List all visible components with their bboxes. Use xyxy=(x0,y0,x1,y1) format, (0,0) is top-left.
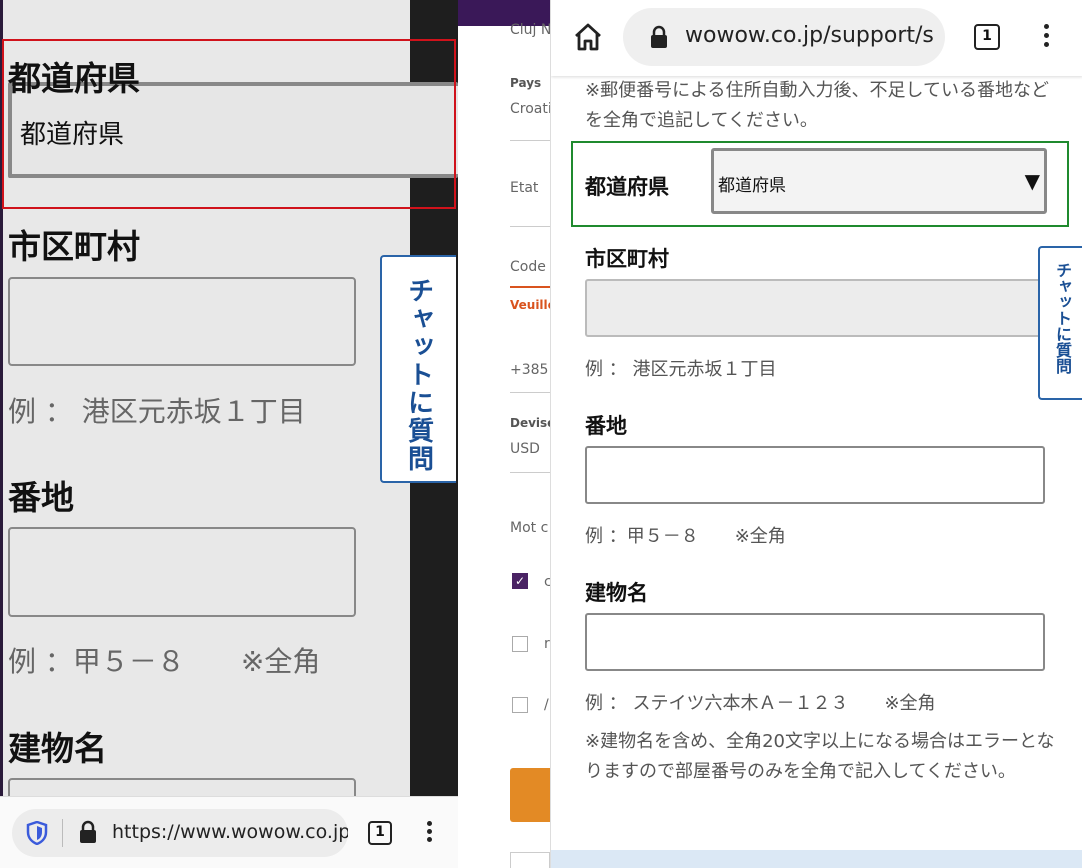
focus-highlight-box xyxy=(2,39,456,209)
divider xyxy=(510,226,550,227)
prefecture-label: 都道府県 xyxy=(585,175,669,199)
mot-label: Mot c xyxy=(510,520,549,536)
city-input[interactable] xyxy=(8,277,356,366)
submit-button[interactable] xyxy=(510,768,550,822)
banchi-input[interactable] xyxy=(585,446,1045,504)
shield-icon[interactable] xyxy=(26,821,48,845)
home-icon[interactable] xyxy=(573,22,603,52)
dropdown-arrow-icon: ▼ xyxy=(1024,169,1040,193)
banchi-label: 番地 xyxy=(585,414,627,438)
tab-count-button[interactable]: 1 xyxy=(974,24,1000,50)
checkbox[interactable] xyxy=(512,697,528,713)
bottom-field[interactable] xyxy=(510,852,550,868)
divider xyxy=(510,140,550,141)
lock-icon xyxy=(80,820,96,843)
right-browser-panel: wowow.co.jp/support/s 1 ※郵便番号による住所自動入力後、… xyxy=(550,0,1082,868)
bottom-address-bar: https://www.wowow.co.jp/s 1 xyxy=(0,796,458,868)
middle-background-page: Cluj N Pays Croati Etat Code Veuille +38… xyxy=(458,0,550,868)
building-input[interactable] xyxy=(585,613,1045,671)
devise-label: Devise xyxy=(510,416,550,430)
divider xyxy=(510,392,550,393)
banchi-hint: 例 ：甲５－８ ※全角 xyxy=(8,645,321,678)
checkbox-2-text: r xyxy=(544,636,550,652)
chat-question-tab[interactable]: チャットに質問 xyxy=(380,255,456,483)
pays-label: Pays xyxy=(510,76,542,90)
url-text: https://www.wowow.co.jp/s xyxy=(112,821,348,843)
building-hint: 例 ： ステイツ六本木Ａ－１２３ ※全角 xyxy=(585,693,936,714)
pays-value: Croati xyxy=(510,101,550,117)
etat-label: Etat xyxy=(510,180,539,196)
building-label: 建物名 xyxy=(585,581,648,605)
url-text: wowow.co.jp/support/s xyxy=(685,23,934,48)
menu-icon[interactable] xyxy=(1041,22,1051,52)
lock-icon xyxy=(651,25,667,48)
phone-prefix: +385 xyxy=(510,362,549,378)
browser-toolbar: wowow.co.jp/support/s 1 xyxy=(551,0,1082,76)
error-underline xyxy=(510,286,550,288)
chat-question-tab[interactable]: チャットに質問 xyxy=(1038,246,1082,400)
url-field[interactable]: wowow.co.jp/support/s xyxy=(623,8,945,66)
city-label: 市区町村 xyxy=(8,227,140,266)
banchi-hint: 例 ：甲５－８ ※全角 xyxy=(585,526,786,547)
city-input[interactable] xyxy=(585,279,1082,337)
bottom-banner xyxy=(551,850,1082,868)
chat-tab-label: チャットに質問 xyxy=(403,277,434,473)
chat-tab-label: チャットに質問 xyxy=(1053,262,1072,374)
checkbox-checked[interactable]: ✓ xyxy=(512,573,528,589)
code-label: Code xyxy=(510,259,546,275)
divider xyxy=(62,819,63,847)
banchi-label: 番地 xyxy=(8,478,74,517)
city-label: 市区町村 xyxy=(585,247,669,271)
devise-value: USD xyxy=(510,441,540,457)
banchi-input[interactable] xyxy=(8,527,356,617)
left-browser-panel: 都道府県 都道府県 市区町村 例 ： 港区元赤坂１丁目 番地 例 ：甲５－８ ※… xyxy=(0,0,458,868)
city-value: Cluj N xyxy=(510,22,550,38)
prefecture-select[interactable]: 都道府県 ▼ xyxy=(711,148,1047,214)
autofill-note: ※郵便番号による住所自動入力後、不足している番地などを全角で追記してください。 xyxy=(585,80,1049,131)
building-label: 建物名 xyxy=(8,729,107,768)
url-field[interactable]: https://www.wowow.co.jp/s xyxy=(12,809,348,857)
divider xyxy=(510,472,550,473)
city-hint: 例 ： 港区元赤坂１丁目 xyxy=(8,395,306,428)
error-text: Veuille xyxy=(510,298,550,312)
tab-count: 1 xyxy=(375,824,385,840)
city-hint: 例 ： 港区元赤坂１丁目 xyxy=(585,359,777,380)
checkbox[interactable] xyxy=(512,636,528,652)
building-note: ※建物名を含め、全角20文字以上になる場合はエラーとなりますので部屋番号のみを全… xyxy=(585,731,1055,782)
tab-count: 1 xyxy=(982,28,992,44)
prefecture-select-value: 都道府県 xyxy=(718,176,786,196)
checkbox-3-text: / xyxy=(544,697,549,713)
tab-count-button[interactable]: 1 xyxy=(368,821,392,845)
menu-icon[interactable] xyxy=(424,819,434,847)
